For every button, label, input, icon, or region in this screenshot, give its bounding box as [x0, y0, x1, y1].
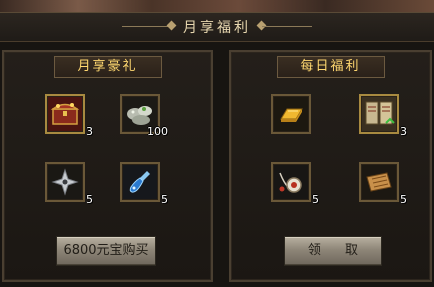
gold-bar-icon [274, 97, 308, 131]
item-slot-skill-book[interactable]: 3 [359, 94, 407, 138]
blue-potion-icon [123, 165, 157, 199]
daily-gift-header: 每日福利 [276, 56, 385, 78]
item-slot-silver-ore[interactable]: 100 [120, 94, 168, 138]
daily-gift-panel: 每日福利 3 5 5 领 取 [229, 50, 432, 282]
item-count: 5 [86, 193, 93, 206]
item-count: 5 [312, 193, 319, 206]
amulet-icon [274, 165, 308, 199]
item-count: 100 [147, 125, 168, 138]
shuriken-icon [48, 165, 82, 199]
item-count: 5 [161, 193, 168, 206]
item-count: 3 [86, 125, 93, 138]
item-slot-gold-bar[interactable] [271, 94, 311, 134]
window-title: 月享福利 [183, 20, 251, 36]
item-slot-scroll[interactable]: 5 [359, 162, 407, 206]
item-slot-blue-potion[interactable]: 5 [120, 162, 168, 206]
skill-book-icon [362, 97, 396, 131]
buy-button[interactable]: 6800元宝购买 [56, 236, 156, 266]
scroll-icon [362, 165, 396, 199]
monthly-gift-panel: 月享豪礼 3 100 5 5 6800元宝购买 [2, 50, 213, 282]
treasure-chest-icon [48, 97, 82, 131]
title-bar: 月享福利 [0, 12, 434, 42]
title-divider-right [262, 26, 312, 27]
item-slot-shuriken[interactable]: 5 [45, 162, 93, 206]
item-slot-treasure-chest[interactable]: 3 [45, 94, 93, 138]
item-slot-amulet[interactable]: 5 [271, 162, 319, 206]
monthly-gift-header: 月享豪礼 [53, 56, 162, 78]
top-decoration [0, 0, 434, 12]
item-count: 5 [400, 193, 407, 206]
item-count: 3 [400, 125, 407, 138]
claim-button[interactable]: 领 取 [284, 236, 382, 266]
